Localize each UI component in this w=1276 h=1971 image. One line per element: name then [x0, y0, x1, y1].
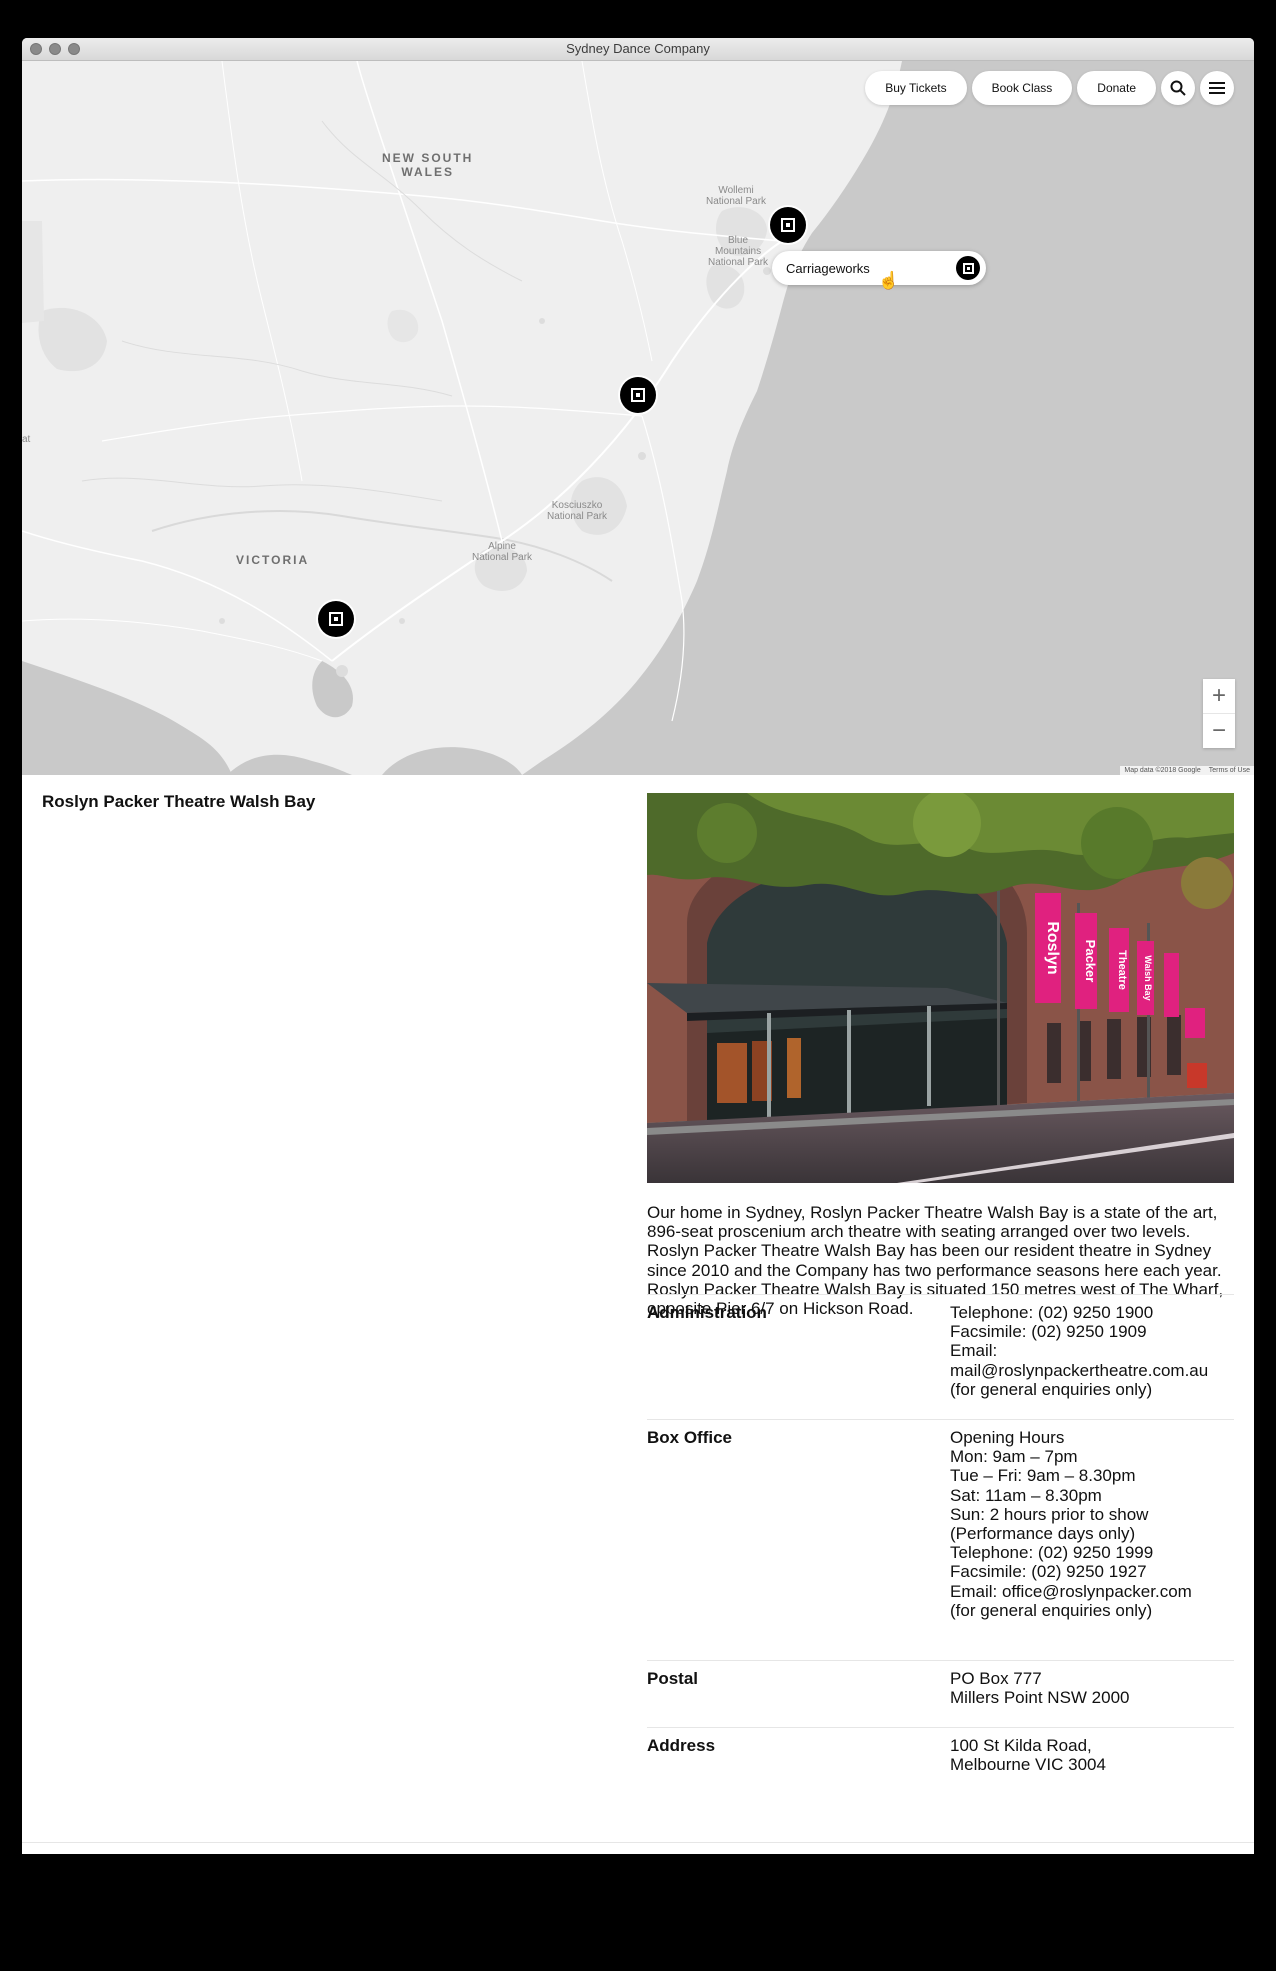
buy-tickets-button[interactable]: Buy Tickets	[865, 71, 967, 105]
zoom-out-button[interactable]: −	[1203, 713, 1235, 748]
info-value: PO Box 777 Millers Point NSW 2000	[950, 1669, 1130, 1708]
info-row-postal: Postal PO Box 777 Millers Point NSW 2000	[647, 1660, 1234, 1727]
info-row-box-office: Box Office Opening Hours Mon: 9am – 7pm …	[647, 1419, 1234, 1660]
info-label: Address	[647, 1736, 716, 1755]
info-value: Opening Hours Mon: 9am – 7pm Tue – Fri: …	[950, 1428, 1192, 1620]
info-label: Administration	[647, 1303, 767, 1322]
theatre-photo-image: Roslyn Packer Theatre Walsh Bay	[647, 793, 1234, 1183]
map-label-kosciuszko: Kosciuszko National Park	[547, 500, 608, 522]
venue-title: Roslyn Packer Theatre Walsh Bay	[42, 792, 316, 811]
banner-word-roslyn: Roslyn	[1044, 921, 1061, 974]
browser-window: Sydney Dance Company NEW SOUTH WALES VIC…	[22, 38, 1254, 1854]
info-label: Box Office	[647, 1428, 733, 1447]
info-label: Postal	[647, 1669, 699, 1688]
map-label-blue-mountains: Blue Mountains National Park	[708, 235, 769, 268]
info-row-administration: Administration Telephone: (02) 9250 1900…	[647, 1294, 1234, 1419]
map-marker-melbourne[interactable]	[318, 601, 354, 637]
banner-word-theatre: Theatre	[1116, 950, 1128, 990]
map-label-wollemi: Wollemi National Park	[706, 185, 767, 207]
zoom-window-button[interactable]	[68, 43, 80, 55]
hamburger-menu-icon	[1209, 82, 1225, 94]
title-bar: Sydney Dance Company	[22, 38, 1254, 61]
map-label-alpine: Alpine National Park	[472, 541, 533, 563]
donate-button[interactable]: Donate	[1077, 71, 1156, 105]
map-label-victoria: VICTORIA	[236, 553, 310, 567]
venue-photo: Roslyn Packer Theatre Walsh Bay	[647, 793, 1234, 1183]
zoom-in-button[interactable]: +	[1203, 679, 1235, 713]
venue-map[interactable]: NEW SOUTH WALES VICTORIA Wollemi Nationa…	[22, 61, 1254, 775]
book-class-button[interactable]: Book Class	[971, 71, 1073, 105]
minimize-window-button[interactable]	[49, 43, 61, 55]
tooltip-label: Carriageworks	[786, 260, 870, 276]
info-value: Telephone: (02) 9250 1900 Facsimile: (02…	[950, 1303, 1209, 1399]
page-divider	[22, 1842, 1254, 1843]
window-title: Sydney Dance Company	[566, 41, 710, 56]
info-row-address: Address 100 St Kilda Road, Melbourne VIC…	[647, 1727, 1234, 1787]
map-data-credit: Map data ©2018 Google	[1124, 767, 1201, 774]
pointer-cursor-icon: ☝	[878, 271, 900, 290]
map-marker-sydney[interactable]	[770, 207, 806, 243]
venue-marker-icon	[329, 612, 343, 626]
venue-marker-icon	[631, 388, 645, 402]
top-navigation: Buy Tickets Book Class Donate	[865, 71, 1234, 105]
banner-word-packer: Packer	[1083, 940, 1098, 983]
search-button[interactable]	[1161, 71, 1195, 105]
terms-of-use-link[interactable]: Terms of Use	[1209, 767, 1250, 774]
map-basemap[interactable]	[22, 61, 1254, 775]
close-window-button[interactable]	[30, 43, 42, 55]
banner-word-walsh-bay: Walsh Bay	[1143, 955, 1153, 1000]
search-icon	[1170, 80, 1186, 96]
venue-marker-icon	[781, 218, 795, 232]
menu-button[interactable]	[1200, 71, 1234, 105]
venue-marker-icon	[956, 256, 980, 280]
map-label-edge: at	[22, 434, 31, 445]
info-value: 100 St Kilda Road, Melbourne VIC 3004	[950, 1736, 1106, 1775]
map-label-nsw-line: NEW SOUTH WALES	[382, 151, 474, 179]
map-marker-canberra[interactable]	[620, 377, 656, 413]
venue-info-table: Administration Telephone: (02) 9250 1900…	[647, 1294, 1234, 1787]
zoom-controls: + −	[1203, 679, 1235, 748]
window-controls	[30, 43, 80, 55]
map-attribution: Map data ©2018 Google Terms of Use	[1120, 766, 1254, 775]
map-label-nsw: NEW SOUTH WALES	[382, 151, 473, 179]
